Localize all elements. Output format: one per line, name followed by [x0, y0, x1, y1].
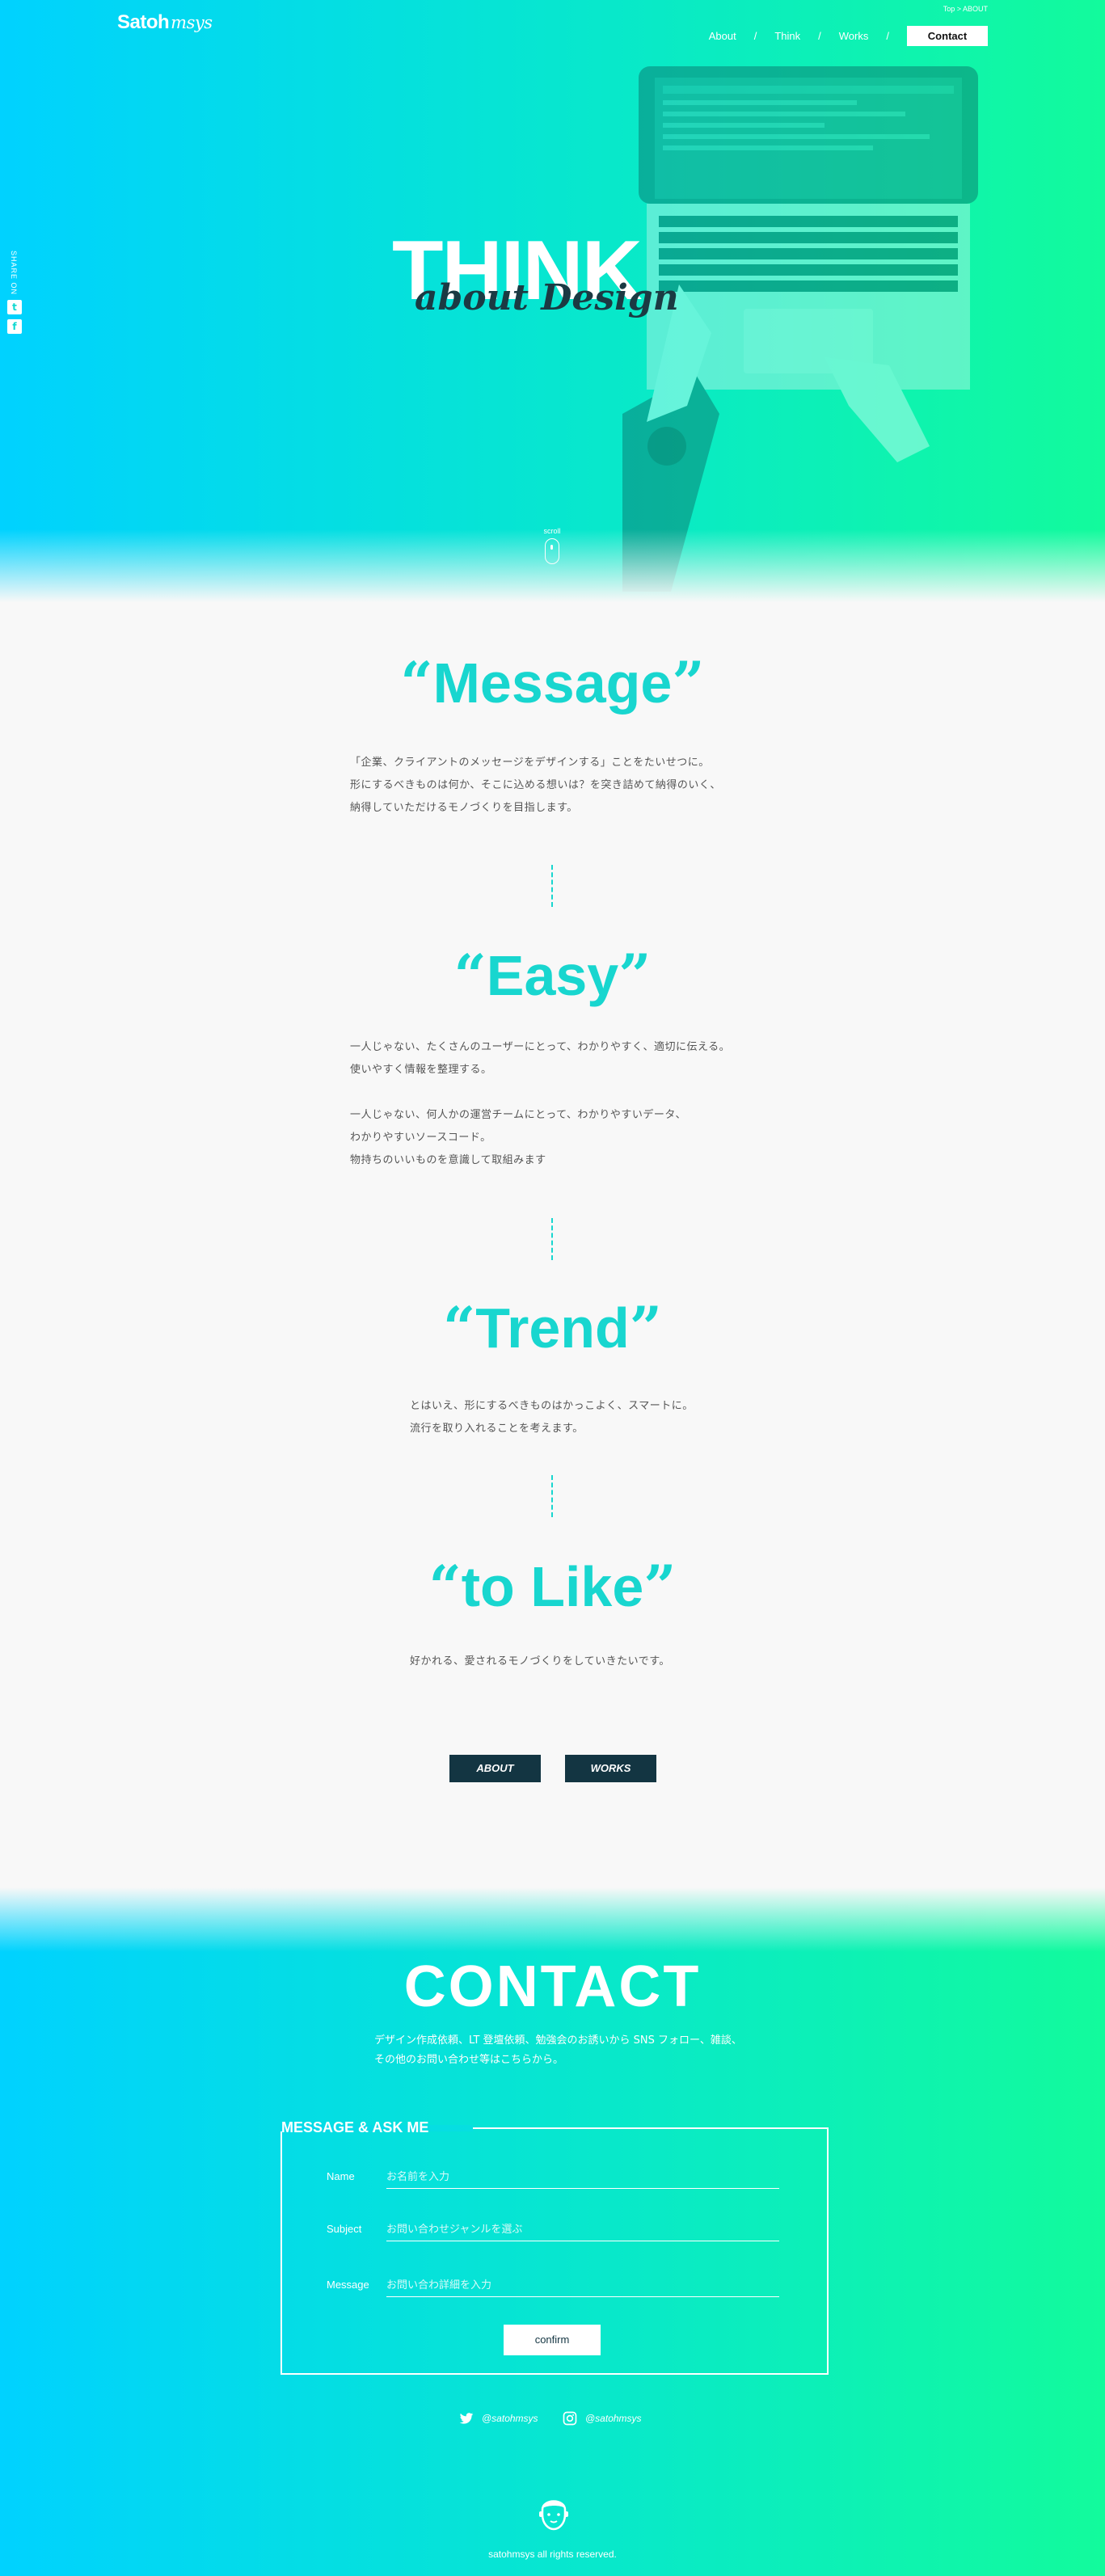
- text-line: わかりやすいソースコード。: [350, 1132, 491, 1144]
- message-text: 「企業、クライアントのメッセージをデザインする」ことをたいせつに。 形にするべき…: [350, 752, 721, 820]
- section-to-like: “to Like”: [0, 1555, 1105, 1618]
- hero-section: Satohmsys Top > ABOUT About / Think / Wo…: [0, 0, 1105, 602]
- twitter-icon[interactable]: t: [7, 300, 22, 315]
- hero-fade: [0, 529, 1105, 602]
- text-line: 流行を取り入れることを考えます。: [410, 1423, 584, 1435]
- avatar-face-icon: [539, 2500, 568, 2531]
- twitter-handle: @satohmsys: [482, 2413, 538, 2424]
- hero-title: THINK about Design: [392, 229, 732, 326]
- subject-select[interactable]: [386, 2218, 779, 2241]
- confirm-button[interactable]: confirm: [504, 2325, 601, 2355]
- instagram-handle: @satohmsys: [585, 2413, 642, 2424]
- name-label: Name: [327, 2170, 355, 2182]
- open-quote: “: [428, 1553, 462, 1620]
- close-quote: ”: [629, 1294, 663, 1361]
- name-input[interactable]: [386, 2165, 779, 2189]
- message-label: Message: [327, 2279, 369, 2291]
- site-logo[interactable]: Satohmsys: [117, 11, 213, 34]
- text-line: とはいえ、形にするべきものはかっこよく、スマートに。: [410, 1400, 694, 1412]
- nav-think[interactable]: Think: [774, 30, 800, 42]
- hero-title-script: about Design: [415, 277, 679, 318]
- text-line: 使いやすく情報を整理する。: [350, 1064, 492, 1076]
- open-quote: “: [453, 942, 487, 1009]
- share-label: SHARE ON: [10, 251, 18, 296]
- title-text: Message: [432, 651, 673, 715]
- title-text: Trend: [475, 1296, 630, 1360]
- text-line: 好かれる、愛されるモノづくりをしていきたいです。: [410, 1655, 670, 1667]
- contact-title: CONTACT: [403, 1954, 702, 2019]
- nav-separator: /: [818, 30, 821, 42]
- close-quote: ”: [672, 649, 705, 716]
- text-line: 物持ちのいいものを意識して取組みます: [350, 1154, 546, 1166]
- section-message: “Message”: [0, 655, 1105, 712]
- nav-works[interactable]: Works: [839, 30, 869, 42]
- nav-separator: /: [886, 30, 889, 42]
- logo-script: msys: [171, 13, 213, 32]
- open-quote: “: [442, 1294, 476, 1361]
- works-button[interactable]: WORKS: [565, 1755, 656, 1782]
- contact-section: CONTACT デザイン作成依頼、LT 登壇依頼、勉強会のお誘いから SNS フ…: [0, 1887, 1105, 2576]
- text-line: デザイン作成依頼、LT 登壇依頼、勉強会のお誘いから SNS フォロー、雑談、: [374, 2034, 742, 2047]
- section-title: “to Like”: [0, 1555, 1105, 1618]
- instagram-icon: [563, 2411, 577, 2426]
- breadcrumb[interactable]: Top > ABOUT: [943, 5, 988, 13]
- close-quote: ”: [643, 1553, 677, 1620]
- section-trend: “Trend”: [0, 1300, 1105, 1357]
- copyright: satohmsys all rights reserved.: [488, 2549, 617, 2560]
- dashed-divider: [551, 865, 553, 907]
- message-row: Message: [327, 2274, 779, 2298]
- section-easy: “Easy”: [0, 944, 1105, 1007]
- nav-about[interactable]: About: [709, 30, 736, 42]
- main-nav: About / Think / Works / Contact: [709, 26, 988, 46]
- text-line: 一人じゃない、たくさんのユーザーにとって、わかりやすく、適切に伝える。: [350, 1041, 731, 1053]
- subject-row: Subject: [327, 2218, 779, 2242]
- twitter-icon: [459, 2413, 474, 2424]
- text-line: 形にするべきものは何か、そこに込める想いは？を突き詰めて納得のいく、: [350, 779, 721, 791]
- instagram-link[interactable]: @satohmsys: [563, 2411, 642, 2426]
- text-line: その他のお問い合わせ等はこちらから。: [374, 2054, 564, 2066]
- twitter-link[interactable]: @satohmsys: [459, 2411, 538, 2426]
- open-quote: “: [400, 649, 433, 716]
- text-line: 一人じゃない、何人かの運営チームにとって、わかりやすいデータ、: [350, 1109, 687, 1121]
- name-row: Name: [327, 2165, 779, 2190]
- nav-contact-button[interactable]: Contact: [907, 26, 988, 46]
- facebook-icon[interactable]: f: [7, 319, 22, 335]
- section-title: “Easy”: [0, 944, 1105, 1007]
- to-like-text: 好かれる、愛されるモノづくりをしていきたいです。: [410, 1651, 670, 1673]
- easy-text: 一人じゃない、たくさんのユーザーにとって、わかりやすく、適切に伝える。 使いやす…: [350, 1036, 730, 1172]
- form-title: MESSAGE & ASK ME: [281, 2119, 429, 2135]
- dashed-divider: [551, 1475, 553, 1517]
- contact-fade: [0, 1887, 1105, 1952]
- dashed-divider: [551, 1218, 553, 1260]
- trend-text: とはいえ、形にするべきものはかっこよく、スマートに。 流行を取り入れることを考え…: [410, 1395, 694, 1440]
- close-quote: ”: [618, 942, 652, 1009]
- contact-description: デザイン作成依頼、LT 登壇依頼、勉強会のお誘いから SNS フォロー、雑談、 …: [374, 2031, 742, 2070]
- text-line: 「企業、クライアントのメッセージをデザインする」ことをたいせつに。: [350, 757, 710, 769]
- nav-separator: /: [753, 30, 757, 42]
- title-text: to Like: [461, 1555, 644, 1618]
- section-title: “Trend”: [0, 1300, 1105, 1357]
- section-title: “Message”: [0, 655, 1105, 712]
- about-button[interactable]: ABOUT: [449, 1755, 541, 1782]
- laptop-photo: [622, 66, 978, 592]
- subject-label: Subject: [327, 2223, 362, 2235]
- message-input[interactable]: [386, 2274, 779, 2297]
- text-line: 納得していただけるモノづくりを目指します。: [350, 802, 578, 814]
- logo-text: Satoh: [117, 11, 170, 33]
- title-text: Easy: [486, 944, 619, 1007]
- share-bar: SHARE ON t f: [6, 251, 24, 339]
